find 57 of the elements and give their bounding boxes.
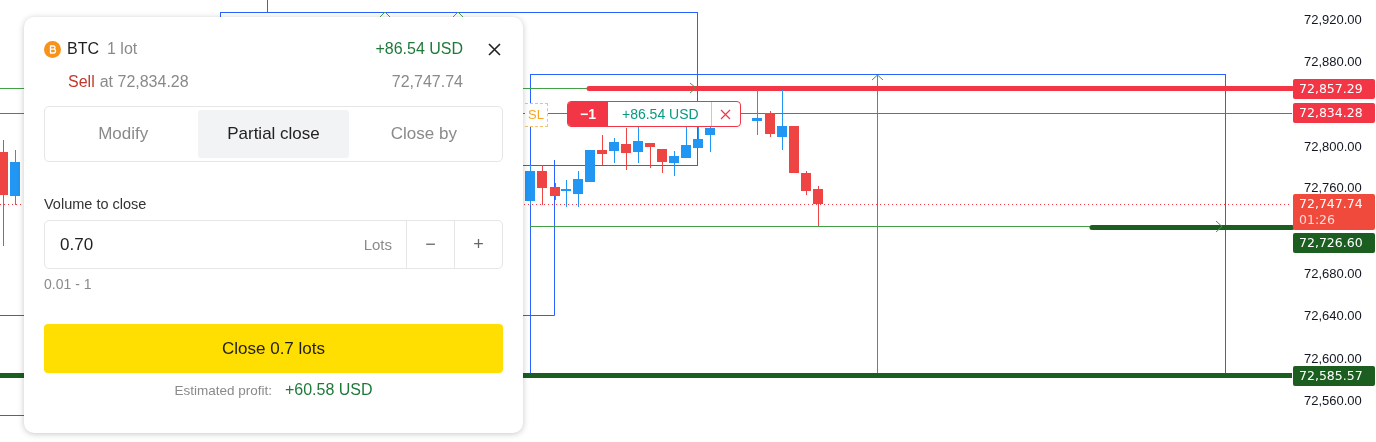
candle xyxy=(585,149,595,183)
field-label: Volume to close xyxy=(44,196,148,212)
bitcoin-icon xyxy=(44,40,61,58)
close-icon[interactable] xyxy=(720,108,732,120)
position-volume: 1 lot xyxy=(107,40,139,58)
position-profit: +86.54 USD xyxy=(607,102,712,126)
price-value: 72,747.74 xyxy=(1299,196,1364,212)
estimated-profit-value: +60.58 USD xyxy=(284,381,373,399)
candle xyxy=(525,164,535,206)
decrement-button[interactable]: − xyxy=(406,221,454,268)
candle xyxy=(789,125,799,174)
price-axis-label: 72,560.00 xyxy=(1304,393,1362,408)
candle xyxy=(609,137,619,164)
price-value: 72,857.29 xyxy=(1299,81,1364,97)
candle xyxy=(537,164,547,206)
trade-side: Sell xyxy=(68,73,95,91)
price-value: 72,726.60 xyxy=(1299,235,1364,251)
close-lots-button[interactable]: Close 0.7 lots xyxy=(44,324,503,373)
candle xyxy=(705,126,715,153)
candle xyxy=(573,170,583,208)
increment-button[interactable]: + xyxy=(454,221,502,268)
price-axis-label: 72,680.00 xyxy=(1304,266,1362,281)
estimated-profit-label: Estimated profit: xyxy=(174,383,272,398)
price-value: 72,834.28 xyxy=(1299,105,1364,121)
candle xyxy=(657,148,667,174)
candle xyxy=(777,89,787,151)
price-value: 72,585.57 xyxy=(1299,368,1364,384)
symbol-name: BTC xyxy=(67,40,99,58)
position-volume: −1 xyxy=(568,102,608,126)
price-axis-label: 72,800.00 xyxy=(1304,139,1362,154)
price-axis-label: 72,920.00 xyxy=(1304,12,1362,27)
candle xyxy=(765,110,775,138)
range-hint: 0.01 - 1 xyxy=(44,276,93,292)
candle xyxy=(621,127,631,171)
profit-value: +86.54 USD xyxy=(375,40,463,58)
volume-field[interactable]: 0.70 Lots − + xyxy=(44,220,503,269)
price-axis-label: 72,760.00 xyxy=(1304,180,1362,195)
candle xyxy=(813,185,823,227)
candle xyxy=(645,142,655,169)
candle xyxy=(10,149,20,206)
candle xyxy=(752,89,762,136)
tab[interactable]: Partial close xyxy=(198,110,349,158)
open-price: at 72,834.28 xyxy=(99,73,190,91)
position-label[interactable]: −1 +86.54 USD xyxy=(567,101,741,127)
price-axis-label: 72,600.00 xyxy=(1304,351,1362,366)
price-axis-label: 72,880.00 xyxy=(1304,54,1362,69)
close-button[interactable] xyxy=(485,40,503,58)
countdown-text: 01:26 xyxy=(1299,212,1337,228)
price-axis-label: 72,640.00 xyxy=(1304,308,1362,323)
candle xyxy=(801,170,811,196)
tab[interactable]: Modify xyxy=(48,110,199,158)
candle xyxy=(597,134,607,166)
tab[interactable]: Close by xyxy=(348,110,499,158)
current-price: 72,747.74 xyxy=(391,73,463,91)
candle xyxy=(633,126,643,164)
unit-label: Lots xyxy=(363,236,392,253)
candle xyxy=(669,150,679,177)
